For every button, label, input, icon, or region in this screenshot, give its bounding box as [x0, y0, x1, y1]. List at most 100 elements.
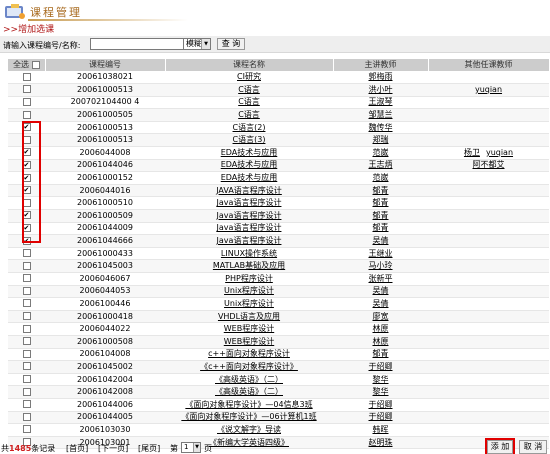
- next-page-link[interactable]: [下一页]: [98, 443, 128, 454]
- teacher-link[interactable]: 林原: [373, 337, 389, 346]
- teacher-link[interactable]: 黎华: [373, 387, 389, 396]
- row-select-cell[interactable]: [8, 234, 45, 248]
- row-select-cell[interactable]: [8, 222, 45, 236]
- row-select-cell[interactable]: [8, 121, 45, 135]
- row-checkbox[interactable]: [22, 198, 31, 207]
- course-name-link[interactable]: Unix程序设计: [224, 299, 274, 308]
- teacher-link[interactable]: 吴倩: [373, 299, 389, 308]
- row-checkbox[interactable]: [22, 349, 31, 358]
- row-checkbox[interactable]: [22, 97, 31, 106]
- row-checkbox[interactable]: [22, 236, 31, 246]
- teacher-link[interactable]: 吴倩: [373, 236, 389, 245]
- select-all-header[interactable]: 全选: [8, 59, 46, 72]
- row-checkbox[interactable]: [22, 425, 31, 434]
- search-mode-select[interactable]: 模糊 ▼: [183, 38, 211, 50]
- course-name-link[interactable]: 《面向对象程序设计》—04信息3班: [185, 400, 312, 409]
- row-select-cell[interactable]: [8, 247, 45, 261]
- row-checkbox[interactable]: [22, 223, 31, 233]
- row-checkbox[interactable]: [22, 387, 31, 396]
- course-name-link[interactable]: EDA技术与应用: [221, 160, 278, 169]
- course-name-link[interactable]: MATLAB基础及应用: [213, 261, 285, 270]
- row-select-cell[interactable]: [8, 398, 45, 412]
- course-name-link[interactable]: C语言: [238, 97, 260, 106]
- row-select-cell[interactable]: [8, 96, 45, 110]
- page-select[interactable]: 1 ▼: [181, 442, 201, 453]
- search-button[interactable]: 查 询: [217, 38, 245, 50]
- course-name-link[interactable]: 《面向对象程序设计》—06计算机1班: [181, 412, 316, 421]
- course-name-link[interactable]: Java语言程序设计: [217, 223, 282, 232]
- teacher-link[interactable]: 魏传华: [369, 123, 393, 132]
- last-page-link[interactable]: [尾页]: [138, 443, 160, 454]
- course-name-link[interactable]: Java语言程序设计: [217, 236, 282, 245]
- other-teacher-link[interactable]: yuqian: [486, 148, 513, 157]
- teacher-link[interactable]: 郁青: [373, 198, 389, 207]
- course-name-link[interactable]: LINUX操作系统: [221, 249, 277, 258]
- cancel-button[interactable]: 取 消: [519, 440, 547, 454]
- row-checkbox[interactable]: [22, 400, 31, 409]
- teacher-link[interactable]: 于绍卿: [369, 400, 393, 409]
- row-checkbox[interactable]: [22, 261, 31, 270]
- row-select-cell[interactable]: [8, 272, 45, 286]
- row-select-cell[interactable]: [8, 209, 45, 223]
- course-name-link[interactable]: PHP程序设计: [225, 274, 273, 283]
- row-select-cell[interactable]: [8, 322, 45, 336]
- row-select-cell[interactable]: [8, 83, 45, 97]
- course-name-link[interactable]: C语言(3): [233, 135, 266, 144]
- teacher-link[interactable]: 郑瑞: [373, 135, 389, 144]
- teacher-link[interactable]: 范崴: [373, 148, 389, 157]
- row-checkbox[interactable]: [22, 110, 31, 119]
- row-select-cell[interactable]: [8, 348, 45, 362]
- row-checkbox[interactable]: [22, 337, 31, 346]
- other-teacher-link[interactable]: 阿不都艾: [473, 160, 505, 169]
- row-select-cell[interactable]: [8, 310, 45, 324]
- first-page-link[interactable]: [首页]: [66, 443, 88, 454]
- teacher-link[interactable]: 郁青: [373, 349, 389, 358]
- course-name-link[interactable]: 《高级英语》（二）: [215, 387, 283, 396]
- teacher-link[interactable]: 邹慧兰: [369, 110, 393, 119]
- row-checkbox[interactable]: [22, 210, 31, 220]
- teacher-link[interactable]: 王继业: [369, 249, 393, 258]
- row-checkbox[interactable]: [22, 147, 31, 157]
- course-name-link[interactable]: c++面向对象程序设计: [208, 349, 290, 358]
- row-select-cell[interactable]: [8, 423, 45, 437]
- row-checkbox[interactable]: [22, 299, 31, 308]
- course-name-link[interactable]: 《c++面向对象程序设计》: [200, 362, 298, 371]
- row-select-cell[interactable]: [8, 411, 45, 425]
- row-select-cell[interactable]: [8, 159, 45, 173]
- add-button[interactable]: 添 加: [487, 440, 513, 454]
- row-checkbox[interactable]: [22, 362, 31, 371]
- course-name-link[interactable]: 《说文解字》导读: [217, 425, 281, 434]
- course-name-link[interactable]: CI研究: [237, 72, 261, 81]
- teacher-link[interactable]: 郁青: [373, 186, 389, 195]
- row-checkbox[interactable]: [22, 122, 31, 132]
- course-name-link[interactable]: 《高级英语》（二）: [215, 375, 283, 384]
- row-select-cell[interactable]: [8, 297, 45, 311]
- teacher-link[interactable]: 林原: [373, 324, 389, 333]
- row-checkbox[interactable]: [22, 286, 31, 295]
- row-select-cell[interactable]: [8, 285, 45, 299]
- row-select-cell[interactable]: [8, 335, 45, 349]
- row-checkbox[interactable]: [22, 312, 31, 321]
- teacher-link[interactable]: 范崴: [373, 173, 389, 182]
- teacher-link[interactable]: 韩晖: [373, 425, 389, 434]
- row-select-cell[interactable]: [8, 259, 45, 273]
- teacher-link[interactable]: 王淑琴: [369, 97, 393, 106]
- row-checkbox[interactable]: [22, 72, 31, 81]
- course-name-link[interactable]: EDA技术与应用: [221, 173, 278, 182]
- other-teacher-link[interactable]: yuqian: [475, 85, 502, 94]
- row-select-cell[interactable]: [8, 373, 45, 387]
- row-select-cell[interactable]: [8, 108, 45, 122]
- course-name-link[interactable]: C语言: [238, 110, 260, 119]
- row-select-cell[interactable]: [8, 133, 45, 148]
- teacher-link[interactable]: 马小玲: [369, 261, 393, 270]
- row-checkbox[interactable]: [22, 324, 31, 333]
- row-select-cell[interactable]: [8, 385, 45, 399]
- teacher-link[interactable]: 于绍卿: [369, 362, 393, 371]
- teacher-link[interactable]: 洪小叶: [369, 85, 393, 94]
- course-name-link[interactable]: Java语言程序设计: [217, 198, 282, 207]
- course-name-link[interactable]: JAVA语言程序设计: [216, 186, 282, 195]
- course-name-link[interactable]: Unix程序设计: [224, 286, 274, 295]
- other-teacher-link[interactable]: 杨卫: [464, 148, 480, 157]
- course-name-link[interactable]: EDA技术与应用: [221, 148, 278, 157]
- row-select-cell[interactable]: [8, 196, 45, 211]
